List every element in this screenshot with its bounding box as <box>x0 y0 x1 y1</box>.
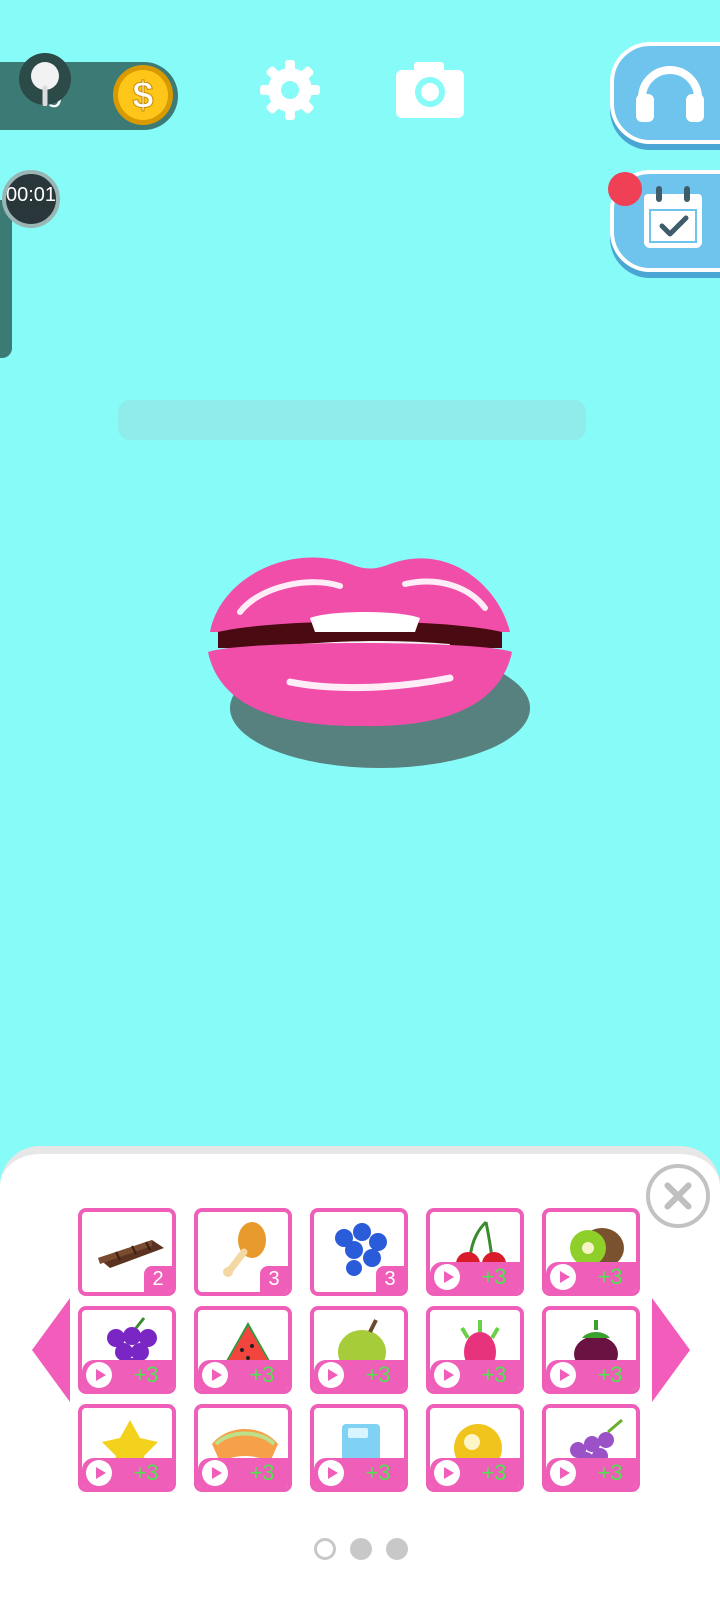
progress-bar <box>118 400 586 440</box>
food-slot-grapefruit[interactable]: +3 <box>426 1404 524 1492</box>
bonus-label: +3 <box>133 1460 159 1485</box>
pin-icon <box>19 53 71 106</box>
ad-reward-bar[interactable]: +3 <box>198 1360 288 1390</box>
play-icon <box>550 1362 576 1388</box>
ad-reward-bar[interactable]: +3 <box>82 1360 172 1390</box>
page-dot-3[interactable] <box>386 1538 408 1560</box>
item-count: 3 <box>376 1266 404 1292</box>
play-icon <box>550 1264 576 1290</box>
food-slot-ice-cube[interactable]: +3 <box>310 1404 408 1492</box>
page-dot-1[interactable] <box>314 1538 336 1560</box>
play-icon <box>202 1460 228 1486</box>
bonus-label: +3 <box>249 1460 275 1485</box>
play-icon <box>434 1362 460 1388</box>
food-slot-chocolate[interactable]: 2 <box>78 1208 176 1296</box>
food-slot-star-fruit[interactable]: +3 <box>78 1404 176 1492</box>
ad-reward-bar[interactable]: +3 <box>314 1458 404 1488</box>
svg-text:$: $ <box>132 75 153 117</box>
ad-reward-bar[interactable]: +3 <box>198 1458 288 1488</box>
bonus-label: +3 <box>597 1460 623 1485</box>
food-slot-chicken-leg[interactable]: 3 <box>194 1208 292 1296</box>
page-dot-2[interactable] <box>350 1538 372 1560</box>
side-drawer-handle[interactable] <box>0 200 12 358</box>
play-icon <box>434 1460 460 1486</box>
food-slot-watermelon[interactable]: +3 <box>194 1306 292 1394</box>
page-indicator <box>314 1538 410 1562</box>
play-icon <box>202 1362 228 1388</box>
calendar-check-icon <box>644 186 702 248</box>
bonus-label: +3 <box>481 1264 507 1289</box>
ad-reward-bar[interactable]: +3 <box>82 1458 172 1488</box>
arrow-right-icon[interactable] <box>650 1296 692 1404</box>
food-grid: 2 3 3 +3 +3 +3 +3 +3 +3 +3 +3 +3 +3 +3 +… <box>78 1208 644 1494</box>
ad-reward-bar[interactable]: +3 <box>430 1262 520 1292</box>
food-slot-grapes[interactable]: +3 <box>78 1306 176 1394</box>
bonus-label: +3 <box>597 1264 623 1289</box>
bonus-label: +3 <box>481 1460 507 1485</box>
dollar-coin-icon[interactable]: $ <box>112 64 174 126</box>
food-slot-purple-grapes[interactable]: +3 <box>542 1404 640 1492</box>
ad-reward-bar[interactable]: +3 <box>546 1262 636 1292</box>
food-slot-blueberries[interactable]: 3 <box>310 1208 408 1296</box>
bonus-label: +3 <box>365 1460 391 1485</box>
ad-reward-bar[interactable]: +3 <box>314 1360 404 1390</box>
food-slot-durian[interactable]: +3 <box>310 1306 408 1394</box>
bonus-label: +3 <box>365 1362 391 1387</box>
bonus-label: +3 <box>481 1362 507 1387</box>
play-icon <box>318 1460 344 1486</box>
play-icon <box>318 1362 344 1388</box>
ad-reward-bar[interactable]: +3 <box>430 1360 520 1390</box>
play-icon <box>550 1460 576 1486</box>
play-icon <box>86 1460 112 1486</box>
lips-character[interactable] <box>200 548 540 798</box>
ad-reward-bar[interactable]: +3 <box>546 1360 636 1390</box>
headset-icon <box>636 66 704 122</box>
food-slot-mangosteen[interactable]: +3 <box>542 1306 640 1394</box>
bonus-label: +3 <box>133 1362 159 1387</box>
play-icon <box>434 1264 460 1290</box>
timer-badge: 00:01 <box>2 170 60 228</box>
gear-icon[interactable] <box>258 58 322 122</box>
food-slot-cantaloupe[interactable]: +3 <box>194 1404 292 1492</box>
food-slot-dragon-fruit[interactable]: +3 <box>426 1306 524 1394</box>
play-icon <box>86 1362 112 1388</box>
bonus-label: +3 <box>249 1362 275 1387</box>
ad-reward-bar[interactable]: +3 <box>430 1458 520 1488</box>
ad-reward-bar[interactable]: +3 <box>546 1458 636 1488</box>
notification-dot <box>608 172 642 206</box>
arrow-left-icon[interactable] <box>30 1296 72 1404</box>
close-icon[interactable] <box>646 1164 710 1228</box>
food-slot-kiwi[interactable]: +3 <box>542 1208 640 1296</box>
item-count: 3 <box>260 1266 288 1292</box>
food-slot-cherries[interactable]: +3 <box>426 1208 524 1296</box>
bonus-label: +3 <box>597 1362 623 1387</box>
item-count: 2 <box>144 1266 172 1292</box>
camera-icon[interactable] <box>394 58 466 122</box>
